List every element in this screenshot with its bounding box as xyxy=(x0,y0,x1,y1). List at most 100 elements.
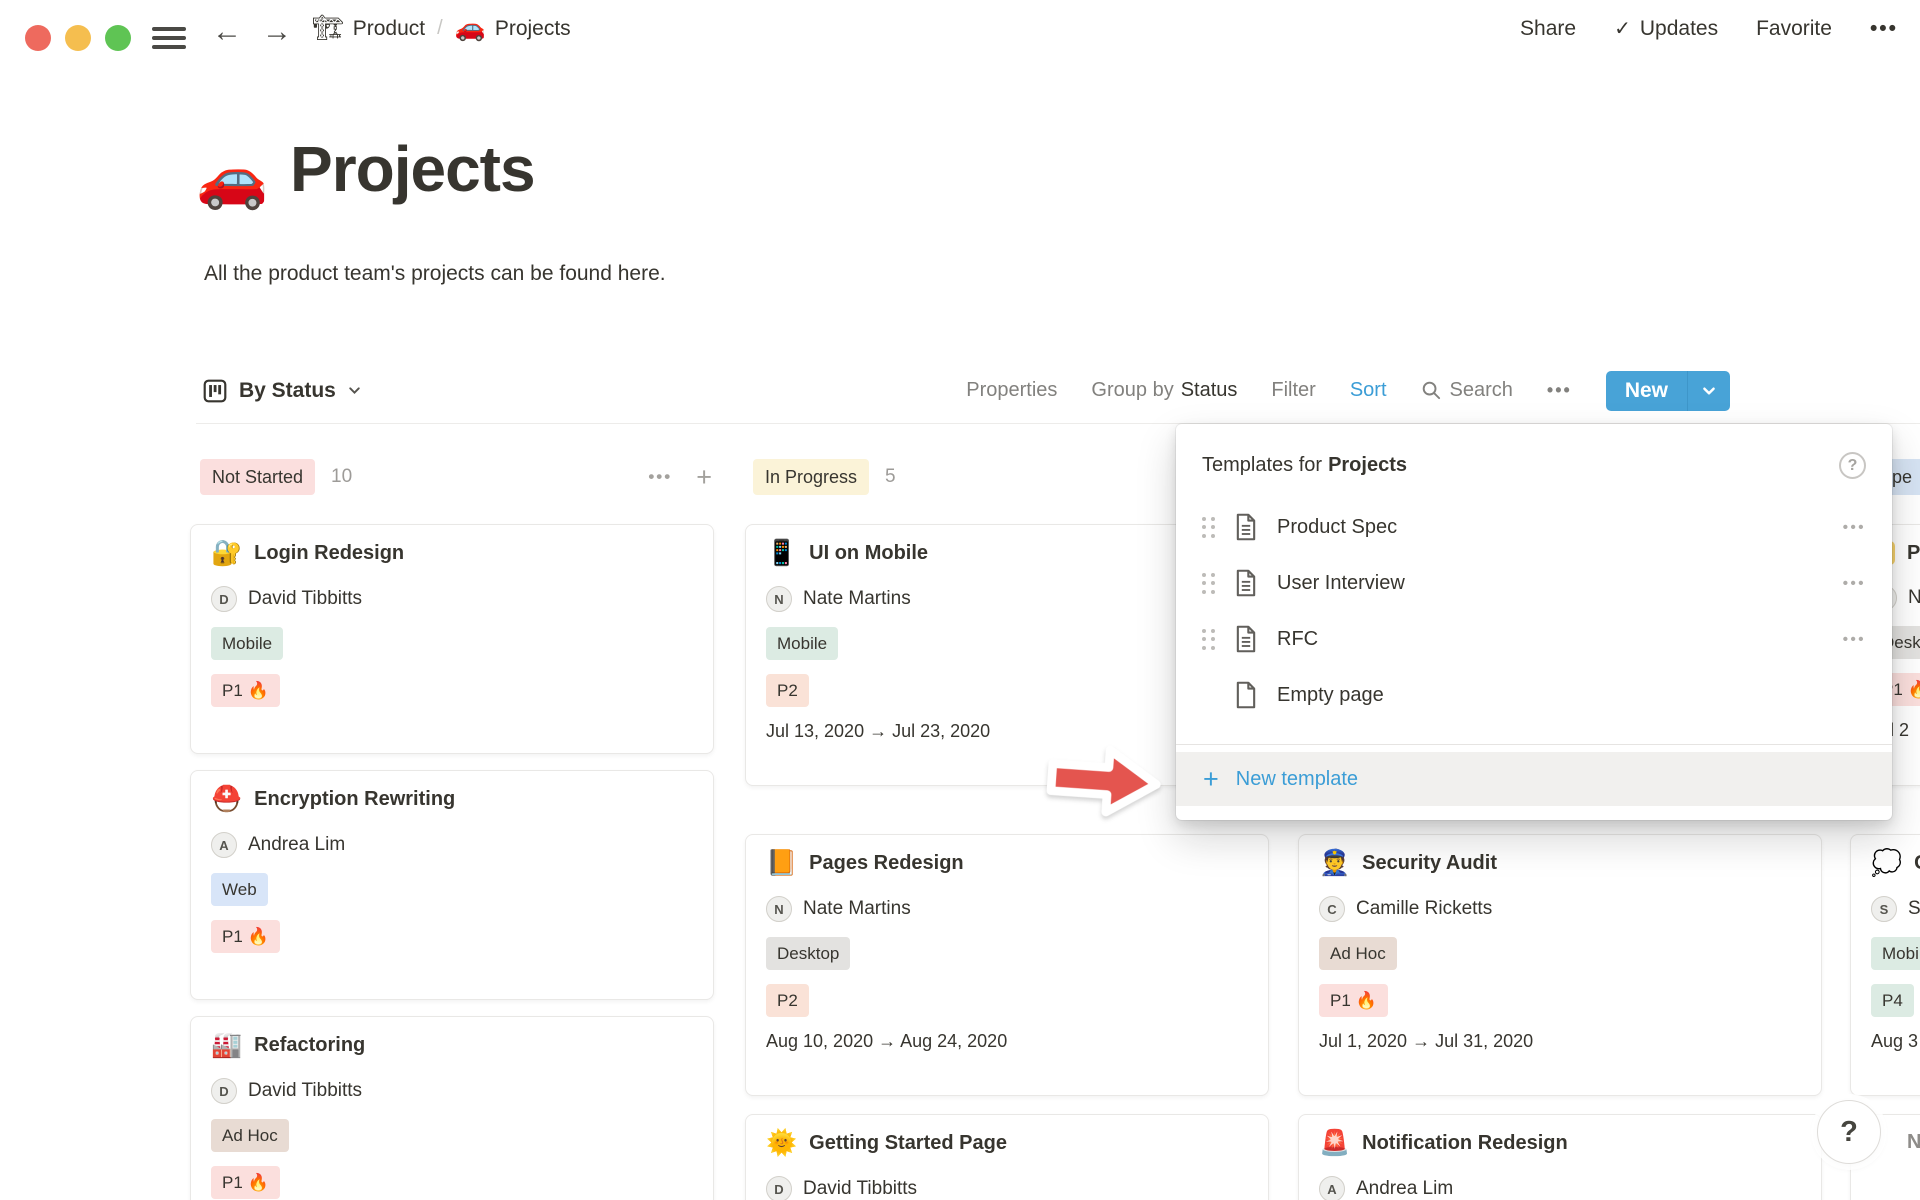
card-pages-redesign[interactable]: 📙 Pages Redesign N Nate Martins Desktop … xyxy=(745,834,1269,1096)
template-item-product-spec[interactable]: Product Spec ••• xyxy=(1176,499,1892,555)
template-item-empty-page[interactable]: Empty page xyxy=(1176,667,1892,723)
avatar: D xyxy=(211,586,237,612)
toolbar-more-icon[interactable]: ••• xyxy=(1547,380,1572,401)
card-title-row: 📙 Pages Redesign xyxy=(766,851,1248,876)
properties-button[interactable]: Properties xyxy=(966,379,1057,402)
tag-pill: Ad Hoc xyxy=(1319,937,1397,970)
sidebar-menu-icon[interactable] xyxy=(152,27,186,49)
assignee-name: Nate Martins xyxy=(803,898,911,920)
tag-pill: P1 🔥 xyxy=(1319,984,1388,1017)
search-icon xyxy=(1421,380,1442,401)
chevron-down-icon xyxy=(347,383,362,398)
help-button[interactable]: ? xyxy=(1817,1100,1881,1164)
rotating-light-icon: 🚨 xyxy=(1319,1131,1350,1156)
more-options-icon[interactable]: ••• xyxy=(1870,17,1898,41)
template-more-icon[interactable]: ••• xyxy=(1843,519,1866,536)
assignee-row: S S xyxy=(1871,896,1920,922)
card-dates: Jul 1, 2020 → Jul 31, 2020 xyxy=(1319,1031,1801,1052)
construction-crane-icon: 🏗 xyxy=(312,16,344,41)
document-icon xyxy=(1234,569,1258,597)
assignee-row: C Camille Ricketts xyxy=(1319,896,1801,922)
traffic-light-minimize[interactable] xyxy=(65,25,91,51)
help-circle-icon[interactable]: ? xyxy=(1839,452,1866,479)
assignee-row: N Nate Martins xyxy=(766,896,1248,922)
template-item-user-interview[interactable]: User Interview ••• xyxy=(1176,555,1892,611)
new-button[interactable]: New xyxy=(1606,371,1687,411)
status-pill-in-progress: In Progress xyxy=(753,459,869,495)
red-arrow-annotation xyxy=(1041,736,1172,827)
card-title: Notification Redesign xyxy=(1362,1132,1568,1155)
assignee-name: David Tibbitts xyxy=(248,588,362,610)
view-name: By Status xyxy=(239,379,336,403)
new-button-dropdown[interactable] xyxy=(1687,371,1730,411)
tag-pill: P1 🔥 xyxy=(211,1166,280,1199)
view-selector[interactable]: By Status xyxy=(202,378,362,404)
breadcrumb-label: Product xyxy=(353,17,425,41)
page-description: All the product team's projects can be f… xyxy=(204,262,666,286)
template-more-icon[interactable]: ••• xyxy=(1843,575,1866,592)
drag-handle-icon[interactable] xyxy=(1202,517,1215,538)
group-by-value: Status xyxy=(1181,379,1238,401)
tag-pill: P1 🔥 xyxy=(211,674,280,707)
blank-document-icon xyxy=(1234,681,1258,709)
card-title-row: 🔐 Login Redesign xyxy=(211,541,693,566)
group-by-prefix: Group by xyxy=(1091,379,1173,401)
drag-handle-icon[interactable] xyxy=(1202,573,1215,594)
drag-handle-icon[interactable] xyxy=(1202,629,1215,650)
template-item-rfc[interactable]: RFC ••• xyxy=(1176,611,1892,667)
search-button[interactable]: Search xyxy=(1421,379,1513,402)
card-getting-started-page[interactable]: 🌞 Getting Started Page D David Tibbitts xyxy=(745,1114,1269,1200)
card-notification-redesign[interactable]: 🚨 Notification Redesign A Andrea Lim xyxy=(1298,1114,1822,1200)
back-icon[interactable]: ← xyxy=(212,14,242,50)
assignee-row: A Andrea Lim xyxy=(211,832,693,858)
tag-pill: P1 🔥 xyxy=(211,920,280,953)
column-more-icon[interactable]: ••• xyxy=(648,467,672,487)
card-fragment-middle[interactable]: 💭 C S S Mobile P4 Aug 3 xyxy=(1850,834,1920,1096)
new-button-group: New xyxy=(1606,371,1730,411)
police-officer-icon: 👮 xyxy=(1319,851,1350,876)
tag-pill: Web xyxy=(211,873,268,906)
card-refactoring[interactable]: 🏭 Refactoring D David Tibbitts Ad Hoc P1… xyxy=(190,1016,714,1200)
card-title: Login Redesign xyxy=(254,542,404,565)
notion-window: ← → 🏗 Product / 🚗 Projects Share ✓ Updat… xyxy=(0,0,1920,1200)
page-icon-car[interactable]: 🚗 xyxy=(196,150,268,208)
chevron-down-icon xyxy=(1701,383,1717,399)
avatar: D xyxy=(211,1078,237,1104)
breadcrumb-item-projects[interactable]: 🚗 Projects xyxy=(455,16,571,41)
card-security-audit[interactable]: 👮 Security Audit C Camille Ricketts Ad H… xyxy=(1298,834,1822,1096)
avatar: A xyxy=(1319,1176,1345,1200)
avatar: A xyxy=(211,832,237,858)
forward-icon[interactable]: → xyxy=(262,14,292,50)
traffic-light-close[interactable] xyxy=(25,25,51,51)
template-more-icon[interactable]: ••• xyxy=(1843,631,1866,648)
group-by-button[interactable]: Group by Status xyxy=(1091,379,1237,402)
search-label: Search xyxy=(1450,379,1513,402)
status-pill-not-started: Not Started xyxy=(200,459,315,495)
card-login-redesign[interactable]: 🔐 Login Redesign D David Tibbitts Mobile… xyxy=(190,524,714,754)
breadcrumb-item-product[interactable]: 🏗 Product xyxy=(312,16,425,41)
template-item-label: Product Spec xyxy=(1277,516,1824,539)
traffic-light-zoom[interactable] xyxy=(105,25,131,51)
assignee-row: D David Tibbitts xyxy=(211,1078,693,1104)
sort-button[interactable]: Sort xyxy=(1350,379,1387,402)
new-template-button[interactable]: + New template xyxy=(1176,752,1892,806)
column-count: 5 xyxy=(885,466,896,488)
assignee-row: D David Tibbitts xyxy=(211,586,693,612)
assignee-name: David Tibbitts xyxy=(803,1178,917,1200)
card-dates: Aug 10, 2020 → Aug 24, 2020 xyxy=(766,1031,1248,1052)
tag-pill: Desktop xyxy=(766,937,850,970)
filter-button[interactable]: Filter xyxy=(1271,379,1315,402)
plus-icon: + xyxy=(1203,766,1219,793)
card-encryption-rewriting[interactable]: ⛑️ Encryption Rewriting A Andrea Lim Web… xyxy=(190,770,714,1000)
avatar: N xyxy=(766,896,792,922)
assignee-name: Andrea Lim xyxy=(248,834,345,856)
column-add-icon[interactable]: + xyxy=(696,464,712,491)
orange-book-icon: 📙 xyxy=(766,851,797,876)
updates-button[interactable]: ✓ Updates xyxy=(1614,16,1718,41)
tag-pill: Mobile xyxy=(1871,937,1920,970)
card-title-row: 🏭 Refactoring xyxy=(211,1033,693,1058)
card-title-row: 🌞 Getting Started Page xyxy=(766,1131,1248,1156)
sun-with-face-icon: 🌞 xyxy=(766,1131,797,1156)
share-button[interactable]: Share xyxy=(1520,17,1576,41)
favorite-button[interactable]: Favorite xyxy=(1756,17,1832,41)
